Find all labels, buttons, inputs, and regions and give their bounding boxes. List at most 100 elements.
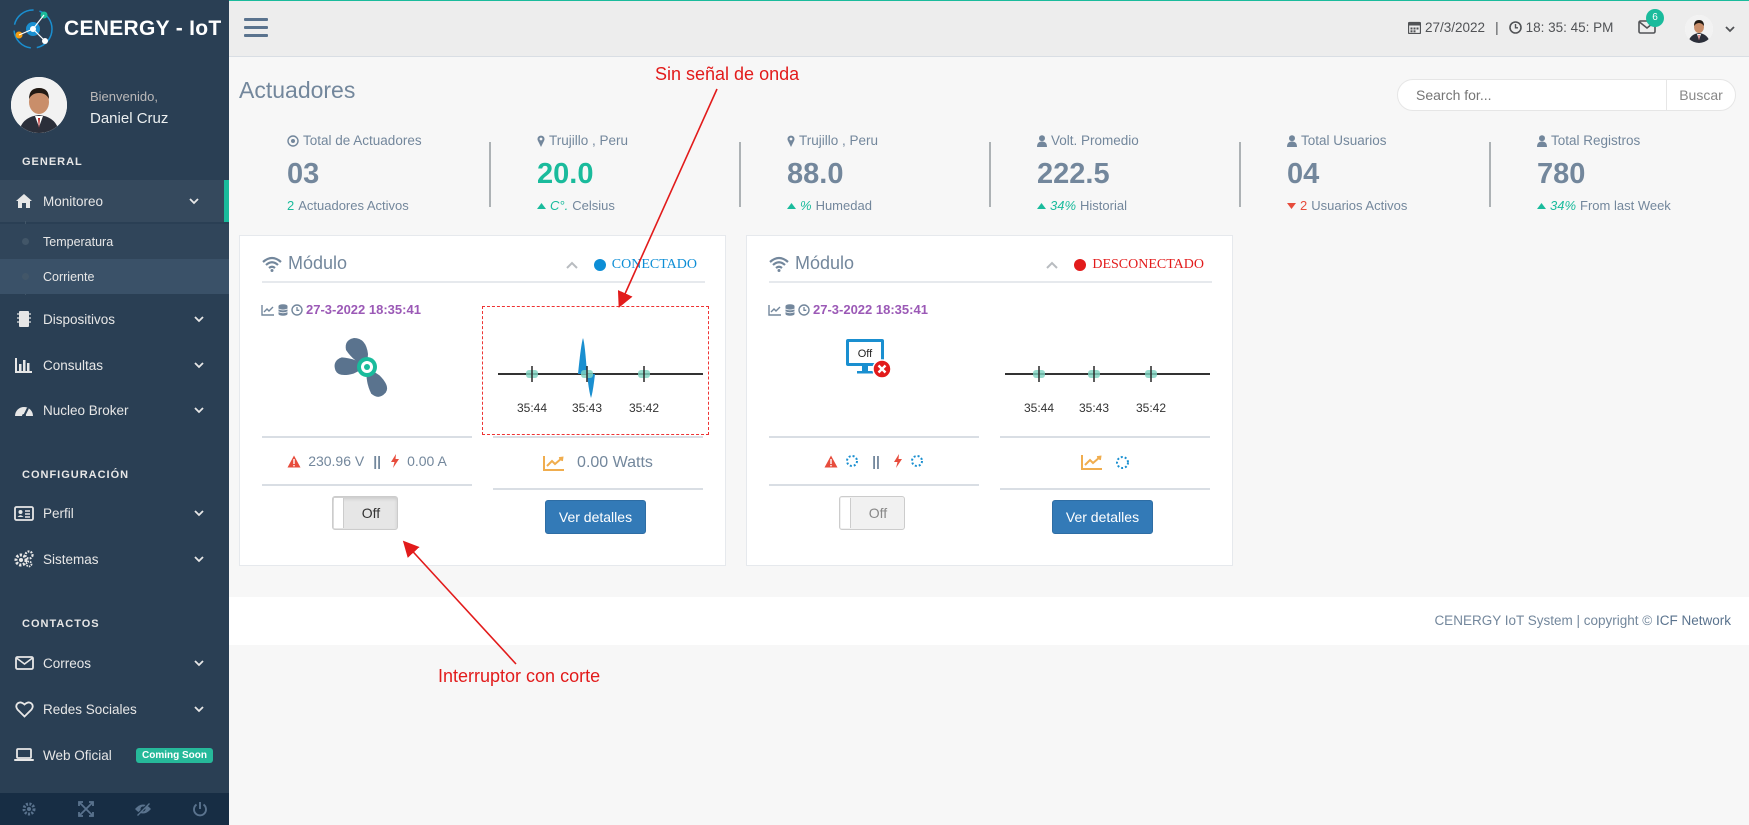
power-reading	[1000, 454, 1210, 470]
tile-bottom: % Humedad	[787, 198, 872, 213]
status-text: DESCONECTADO	[1092, 257, 1204, 272]
caret-up-icon	[1037, 202, 1046, 209]
tile-bottom-text: Historial	[1080, 198, 1127, 213]
sidebar-item-consultas[interactable]: Consultas	[0, 344, 229, 386]
sidebar-item-dispositivos[interactable]: Dispositivos	[0, 298, 229, 340]
welcome-text: Bienvenido,	[90, 89, 158, 104]
tile-title-text: Volt. Promedio	[1051, 133, 1139, 148]
eye-slash-icon[interactable]	[115, 793, 172, 825]
tile-title-text: Trujillo , Peru	[799, 133, 879, 148]
details-button[interactable]: Ver detalles	[1052, 500, 1153, 534]
tile-bottom-number: 2	[1300, 198, 1308, 213]
caret-up-icon	[1537, 202, 1546, 209]
tile-bottom: 2 Actuadores Activos	[287, 198, 409, 213]
fullscreen-icon[interactable]	[57, 793, 114, 825]
subitem-label: Corriente	[43, 269, 95, 284]
sidebar-item-label: Dispositivos	[43, 311, 116, 327]
tile-title: Total Registros	[1537, 133, 1640, 148]
divider	[769, 484, 979, 486]
current-value: 0.00 A	[407, 453, 447, 469]
tile-value: 88.0	[787, 158, 844, 190]
switch-label: Off	[868, 505, 888, 521]
user-avatar[interactable]	[1685, 15, 1713, 43]
spinner-icon	[846, 455, 859, 467]
tile-bottom-text: Actuadores Activos	[298, 198, 409, 213]
sidebar-subitem-corriente[interactable]: Corriente	[0, 259, 229, 294]
brand[interactable]: CENERGY - IoT	[0, 0, 229, 57]
connection-status: CONECTADO	[566, 257, 697, 273]
chevron-down-icon	[194, 556, 204, 563]
tile-title: Trujillo , Peru	[537, 133, 628, 148]
switch-label: Off	[361, 505, 381, 521]
line-chart-icon	[768, 304, 781, 316]
sidebar-item-correos[interactable]: Correos	[0, 642, 229, 684]
tile-bottom-number: 34%	[1550, 198, 1577, 213]
sidebar-item-redes-sociales[interactable]: Redes Sociales	[0, 688, 229, 730]
details-button[interactable]: Ver detalles	[545, 500, 646, 534]
bullet-icon	[22, 238, 29, 245]
clock-icon	[798, 303, 810, 316]
chevron-down-icon	[194, 407, 204, 414]
sidebar-item-label: Sistemas	[43, 551, 99, 567]
tile-bottom-number: C°.	[550, 198, 569, 213]
switch-knob	[841, 498, 851, 528]
status-text: CONECTADO	[611, 257, 697, 272]
chevron-up-icon[interactable]	[566, 261, 578, 269]
database-icon	[278, 303, 288, 316]
wifi-icon	[769, 256, 789, 272]
top-navbar: 27/3/2022 | 18: 35: 45: PM 6	[229, 0, 1749, 57]
subitem-label: Temperatura	[43, 234, 114, 249]
tile-title: Volt. Promedio	[1037, 133, 1139, 148]
measurements: 230.96 V || 0.00 A	[262, 453, 472, 469]
sidebar-subitem-temperatura[interactable]: Temperatura	[0, 224, 229, 259]
connection-status: DESCONECTADO	[1046, 257, 1204, 273]
user-name: Daniel Cruz	[90, 110, 169, 127]
bar-chart-icon	[14, 357, 34, 373]
timestamp-text: 27-3-2022 18:35:41	[306, 302, 421, 317]
chevron-up-icon[interactable]	[1046, 261, 1059, 269]
switch-knob	[334, 498, 344, 528]
page-title: Actuadores	[239, 77, 356, 103]
sidebar-item-label: Correos	[43, 655, 92, 671]
waveform-chart: 35:44 35:43 35:42	[1005, 366, 1210, 415]
tile-bottom: 2 Usuarios Activos	[1287, 198, 1407, 213]
laptop-icon	[14, 748, 34, 762]
search-input[interactable]	[1398, 80, 1666, 110]
tile-value: 780	[1537, 158, 1586, 190]
footer-brand-link[interactable]: ICF Network	[1656, 613, 1731, 628]
avatar[interactable]	[11, 77, 67, 133]
user-icon	[1037, 134, 1047, 147]
stat-tile-records: Total Registros 780 34% From last Week	[1489, 130, 1739, 213]
tile-title-text: Total Registros	[1551, 133, 1641, 148]
sidebar-item-web-oficial[interactable]: Web Oficial Coming Soon	[0, 734, 229, 776]
user-avatar-icon	[11, 77, 67, 133]
sidebar-item-nucleo-broker[interactable]: Nucleo Broker	[0, 389, 229, 431]
panel-header: Módulo DESCONECTADO	[769, 251, 1212, 283]
sidebar-item-perfil[interactable]: Perfil	[0, 492, 229, 534]
map-marker-icon	[537, 135, 545, 147]
sidebar-item-label: Nucleo Broker	[43, 402, 129, 418]
power-switch[interactable]: Off	[839, 496, 905, 530]
menu-toggle-icon[interactable]	[244, 18, 268, 40]
bolt-icon	[391, 454, 400, 468]
sidebar-item-label: Perfil	[43, 505, 74, 521]
dashboard-icon	[14, 402, 34, 418]
power-value: 0.00 Watts	[577, 454, 653, 471]
chip-icon	[14, 310, 34, 328]
warning-icon	[287, 455, 301, 467]
tile-bottom-text: Humedad	[815, 198, 872, 213]
chevron-down-icon[interactable]	[1725, 24, 1735, 34]
gauge-icon	[287, 134, 299, 147]
sidebar-footer	[0, 793, 229, 825]
tile-title: Total Usuarios	[1287, 133, 1387, 148]
power-icon[interactable]	[172, 793, 229, 825]
divider	[493, 488, 703, 490]
power-switch[interactable]: Off	[332, 496, 398, 530]
section-general: GENERAL	[22, 156, 83, 168]
tile-title: Trujillo , Peru	[787, 133, 878, 148]
sidebar-item-monitoreo[interactable]: Monitoreo	[0, 180, 229, 222]
tile-bottom-number: %	[800, 198, 812, 213]
search-button[interactable]: Buscar	[1666, 80, 1735, 110]
settings-icon[interactable]	[0, 793, 57, 825]
sidebar-item-sistemas[interactable]: Sistemas	[0, 538, 229, 580]
